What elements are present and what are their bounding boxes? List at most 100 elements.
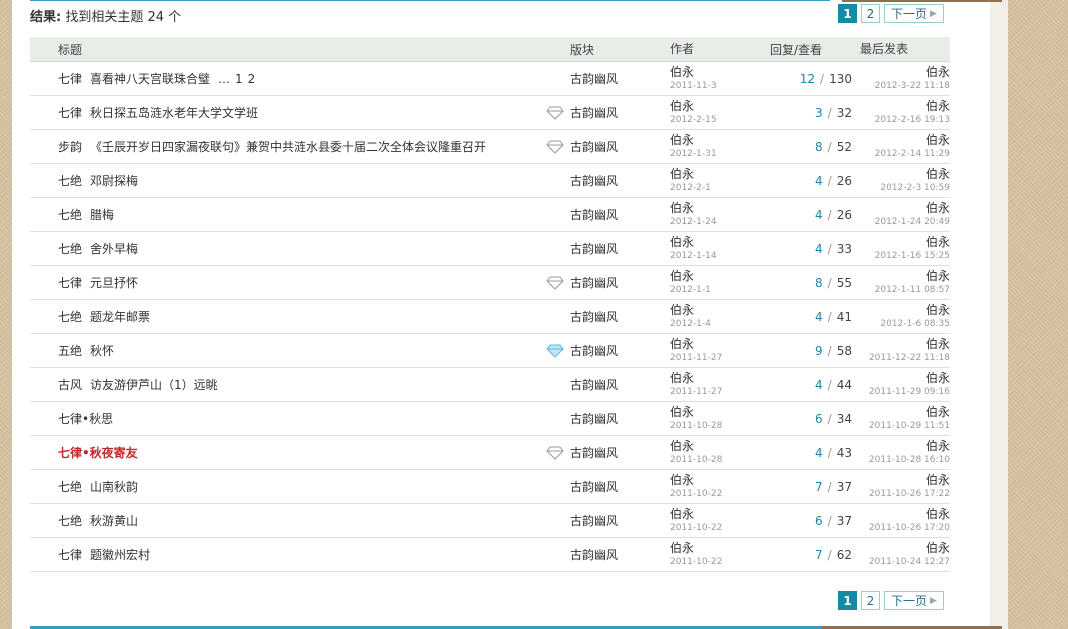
thread-subject-link[interactable]: 秋游黄山 (90, 512, 138, 529)
thread-type-link[interactable]: 七律 (58, 70, 82, 87)
thread-subject-link[interactable]: 访友游伊芦山（1）远眺 (90, 376, 218, 393)
last-post-date-link[interactable]: 2011-10-29 11:51 (860, 419, 950, 433)
author-link[interactable]: 伯永 (670, 507, 770, 521)
next-page-button[interactable]: 下一页 ▶ (884, 4, 944, 23)
thread-type-link[interactable]: 七绝 (58, 308, 82, 325)
thread-subject-link[interactable]: 山南秋韵 (90, 478, 138, 495)
last-author-link[interactable]: 伯永 (860, 473, 950, 487)
last-post-date-link[interactable]: 2011-11-29 09:16 (860, 385, 950, 399)
last-post-date-link[interactable]: 2011-10-24 12:27 (860, 555, 950, 569)
thread-type-link[interactable]: 七绝 (58, 512, 82, 529)
forum-link[interactable]: 古韵幽风 (570, 61, 670, 96)
page-link-1[interactable]: 1 (838, 591, 857, 610)
thread-subject-link[interactable]: 秋怀 (90, 342, 114, 359)
author-link[interactable]: 伯永 (670, 201, 770, 215)
page-link-2[interactable]: 2 (861, 591, 880, 610)
forum-link[interactable]: 古韵幽风 (570, 299, 670, 334)
forum-link[interactable]: 古韵幽风 (570, 265, 670, 300)
last-post-date-link[interactable]: 2012-1-6 08:35 (860, 317, 950, 331)
thread-subject-link[interactable]: 秋日探五岛涟水老年大学文学班 (90, 104, 258, 121)
author-link[interactable]: 伯永 (670, 371, 770, 385)
author-link[interactable]: 伯永 (670, 65, 770, 79)
thread-subject-link[interactable]: 邓尉探梅 (90, 172, 138, 189)
thread-type-link[interactable]: 七绝 (58, 172, 82, 189)
last-author-link[interactable]: 伯永 (860, 507, 950, 521)
thread-subject-link[interactable]: 题龙年邮票 (90, 308, 150, 325)
thread-subject-link[interactable]: 腊梅 (90, 206, 114, 223)
last-author-link[interactable]: 伯永 (860, 99, 950, 113)
forum-link[interactable]: 古韵幽风 (570, 129, 670, 164)
forum-link[interactable]: 古韵幽风 (570, 469, 670, 504)
author-link[interactable]: 伯永 (670, 405, 770, 419)
forum-link[interactable]: 古韵幽风 (570, 231, 670, 266)
author-link[interactable]: 伯永 (670, 439, 770, 453)
thread-page-link[interactable]: 2 (248, 72, 256, 86)
last-author-link[interactable]: 伯永 (860, 235, 950, 249)
page-link-2[interactable]: 2 (861, 4, 880, 23)
forum-link[interactable]: 古韵幽风 (570, 163, 670, 198)
last-author-link[interactable]: 伯永 (860, 133, 950, 147)
forum-link[interactable]: 古韵幽风 (570, 401, 670, 436)
next-page-button[interactable]: 下一页 ▶ (884, 591, 944, 610)
last-author-link[interactable]: 伯永 (860, 405, 950, 419)
last-post-date-link[interactable]: 2012-3-22 11:18 (860, 79, 950, 93)
next-page-label: 下一页 (891, 594, 928, 608)
thread-type-link[interactable]: 七律 (58, 274, 82, 291)
last-post-date-link[interactable]: 2012-2-16 19:13 (860, 113, 950, 127)
thread-subject-link[interactable]: 喜看神八天宫联珠合璧 (90, 70, 210, 87)
thread-type-link[interactable]: 七律 (58, 104, 82, 121)
author-link[interactable]: 伯永 (670, 541, 770, 555)
last-post-date-link[interactable]: 2012-1-11 08:57 (860, 283, 950, 297)
thread-subject-link[interactable]: 题徽州宏村 (90, 546, 150, 563)
last-author-link[interactable]: 伯永 (860, 371, 950, 385)
author-link[interactable]: 伯永 (670, 167, 770, 181)
thread-subject-link[interactable]: 《壬辰开岁日四家漏夜联句》兼贺中共涟水县委十届二次全体会议隆重召开 (90, 138, 486, 155)
last-post-date-link[interactable]: 2011-10-28 16:10 (860, 453, 950, 467)
author-link[interactable]: 伯永 (670, 269, 770, 283)
forum-link[interactable]: 古韵幽风 (570, 367, 670, 402)
forum-link[interactable]: 古韵幽风 (570, 503, 670, 538)
count-separator: / (827, 377, 832, 392)
forum-link[interactable]: 古韵幽风 (570, 95, 670, 130)
author-link[interactable]: 伯永 (670, 99, 770, 113)
author-link[interactable]: 伯永 (670, 303, 770, 317)
thread-type-link[interactable]: 七律•秋夜寄友 (58, 444, 138, 461)
last-post-date-link[interactable]: 2011-12-22 11:18 (860, 351, 950, 365)
last-post-date-link[interactable]: 2012-1-24 20:49 (860, 215, 950, 229)
forum-link[interactable]: 古韵幽风 (570, 537, 670, 572)
thread-type-link[interactable]: 七绝 (58, 240, 82, 257)
author-link[interactable]: 伯永 (670, 473, 770, 487)
last-post-date-link[interactable]: 2011-10-26 17:22 (860, 487, 950, 501)
thread-type-link[interactable]: 五绝 (58, 342, 82, 359)
page-link-1[interactable]: 1 (838, 4, 857, 23)
thread-type-link[interactable]: 七律 (58, 546, 82, 563)
last-post-date-link[interactable]: 2011-10-26 17:20 (860, 521, 950, 535)
thread-type-link[interactable]: 步韵 (58, 138, 82, 155)
author-link[interactable]: 伯永 (670, 337, 770, 351)
thread-type-link[interactable]: 古风 (58, 376, 82, 393)
forum-link[interactable]: 古韵幽风 (570, 197, 670, 232)
last-author-link[interactable]: 伯永 (860, 303, 950, 317)
last-author-link[interactable]: 伯永 (860, 65, 950, 79)
last-author-link[interactable]: 伯永 (860, 269, 950, 283)
last-post-date-link[interactable]: 2012-2-14 11:29 (860, 147, 950, 161)
forum-link[interactable]: 古韵幽风 (570, 435, 670, 470)
last-author-link[interactable]: 伯永 (860, 201, 950, 215)
next-page-label: 下一页 (891, 7, 928, 21)
author-link[interactable]: 伯永 (670, 235, 770, 249)
last-author-link[interactable]: 伯永 (860, 439, 950, 453)
thread-type-link[interactable]: 七律•秋思 (58, 410, 113, 427)
last-author-link[interactable]: 伯永 (860, 167, 950, 181)
thread-subject-link[interactable]: 舍外早梅 (90, 240, 138, 257)
thread-type-link[interactable]: 七绝 (58, 478, 82, 495)
forum-link[interactable]: 古韵幽风 (570, 333, 670, 368)
last-author-link[interactable]: 伯永 (860, 337, 950, 351)
author-link[interactable]: 伯永 (670, 133, 770, 147)
post-date: 2011-10-22 (670, 556, 723, 567)
last-author-link[interactable]: 伯永 (860, 541, 950, 555)
last-post-date-link[interactable]: 2012-1-16 15:25 (860, 249, 950, 263)
last-post-date-link[interactable]: 2012-2-3 10:59 (860, 181, 950, 195)
thread-subject-link[interactable]: 元旦抒怀 (90, 274, 138, 291)
thread-page-link[interactable]: 1 (235, 72, 243, 86)
thread-type-link[interactable]: 七绝 (58, 206, 82, 223)
